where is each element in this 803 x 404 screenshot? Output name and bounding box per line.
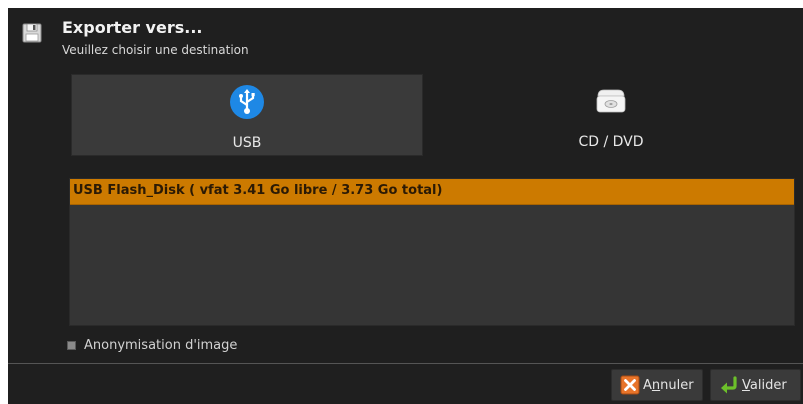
validate-button-label: Valider	[742, 377, 787, 393]
destination-usb-label: USB	[232, 135, 262, 151]
cancel-button-label: Annuler	[643, 377, 694, 393]
device-row-usb-flash-disk[interactable]: USB Flash_Disk ( vfat 3.41 Go libre / 3.…	[70, 179, 794, 205]
footer-separator	[8, 363, 803, 364]
destination-usb[interactable]: USB	[71, 74, 423, 156]
floppy-disk-icon	[22, 23, 42, 43]
destination-cd-dvd-label: CD / DVD	[578, 134, 644, 150]
usb-icon	[230, 85, 264, 119]
anonymization-checkbox[interactable]	[67, 340, 76, 350]
cancel-button[interactable]: Annuler	[611, 369, 703, 401]
anonymization-label: Anonymisation d'image	[84, 337, 238, 353]
export-dialog: Exporter vers... Veuillez choisir une de…	[8, 8, 803, 404]
destination-cd-dvd[interactable]: CD / DVD	[435, 74, 787, 156]
dialog-subtitle: Veuillez choisir une destination	[62, 43, 249, 57]
device-list[interactable]: USB Flash_Disk ( vfat 3.41 Go libre / 3.…	[69, 178, 795, 326]
anonymization-option[interactable]: Anonymisation d'image	[67, 337, 237, 353]
dialog-title: Exporter vers...	[62, 18, 203, 37]
optical-drive-icon	[596, 89, 626, 113]
return-arrow-icon	[721, 376, 737, 394]
validate-button[interactable]: Valider	[710, 369, 801, 401]
cancel-x-icon	[620, 375, 640, 395]
